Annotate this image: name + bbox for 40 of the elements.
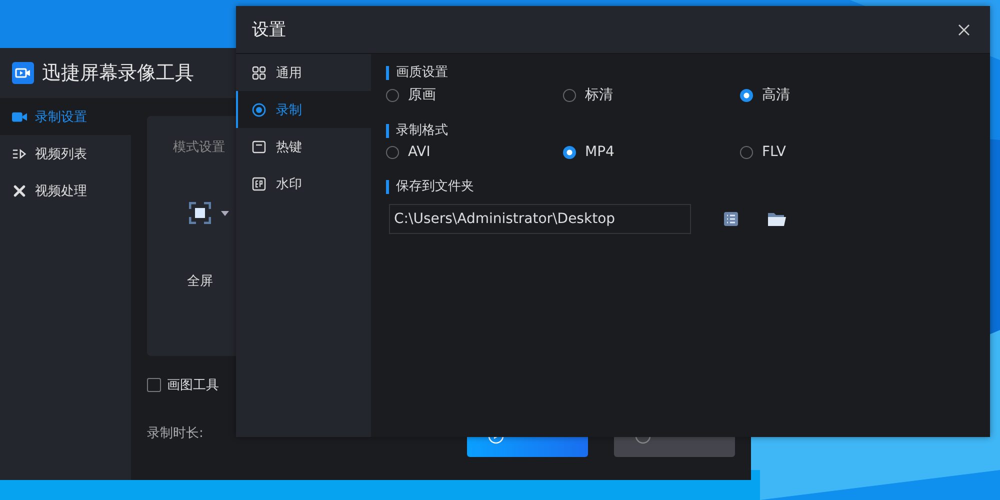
folder-icon[interactable] bbox=[767, 211, 787, 227]
settings-tab[interactable]: 热键 bbox=[236, 128, 371, 165]
mode-label: 全屏 bbox=[187, 273, 213, 290]
radio-button[interactable] bbox=[563, 146, 576, 158]
checkbox-label: 画图工具 bbox=[167, 377, 219, 394]
radio-label: MP4 bbox=[585, 144, 614, 160]
close-icon[interactable] bbox=[958, 24, 970, 36]
video-camera-logo-icon bbox=[12, 62, 34, 84]
radio-label: 标清 bbox=[585, 86, 613, 104]
radio-label: FLV bbox=[762, 144, 786, 160]
settings-tab[interactable]: 水印 bbox=[236, 165, 371, 202]
card-title: 模式设置 bbox=[173, 139, 225, 156]
grid-icon bbox=[252, 66, 266, 80]
settings-tab[interactable]: 录制 bbox=[236, 91, 371, 128]
section-title: 保存到文件夹 bbox=[386, 180, 990, 194]
stamp-icon bbox=[252, 176, 266, 190]
list-icon[interactable] bbox=[723, 211, 739, 227]
dialog-title: 设置 bbox=[252, 19, 286, 41]
radio-button[interactable] bbox=[740, 146, 753, 158]
folder-path-field[interactable]: C:\Users\Administrator\Desktop bbox=[389, 204, 691, 234]
sidebar-item[interactable]: 录制设置 bbox=[0, 98, 131, 135]
checkbox[interactable] bbox=[147, 378, 161, 392]
radio-button[interactable] bbox=[740, 88, 753, 102]
settings-tab[interactable]: 通用 bbox=[236, 54, 371, 91]
list-play-icon bbox=[12, 146, 27, 160]
video-camera-icon bbox=[12, 110, 27, 124]
caret-icon[interactable] bbox=[221, 210, 229, 216]
radio-button[interactable] bbox=[386, 146, 399, 158]
duration-label: 录制时长: bbox=[147, 425, 204, 442]
radio-label: 高清 bbox=[762, 86, 790, 104]
radio-button[interactable] bbox=[386, 88, 399, 102]
fullscreen-icon[interactable] bbox=[189, 202, 211, 224]
app-title: 迅捷屏幕录像工具 bbox=[42, 61, 194, 86]
section-title: 录制格式 bbox=[386, 124, 990, 138]
radio-button[interactable] bbox=[563, 88, 576, 102]
radio-label: AVI bbox=[408, 144, 430, 160]
section-title: 画质设置 bbox=[386, 66, 990, 80]
radio-label: 原画 bbox=[408, 86, 436, 104]
record-icon bbox=[252, 102, 266, 116]
keyboard-icon bbox=[252, 140, 266, 154]
